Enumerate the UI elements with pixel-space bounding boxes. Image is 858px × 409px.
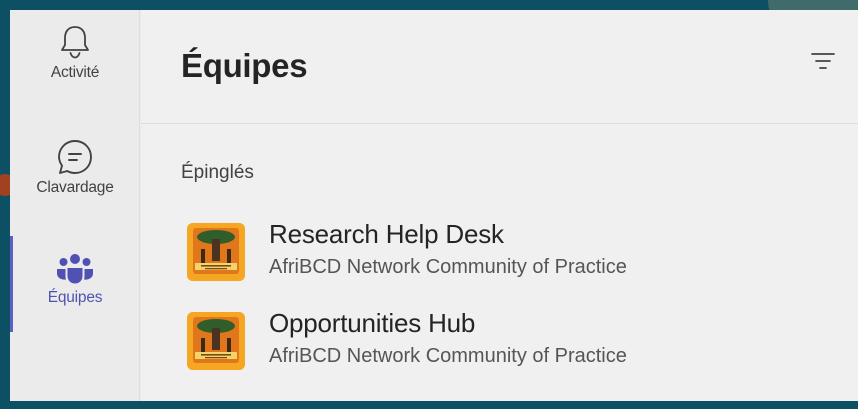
team-logo: [187, 312, 245, 370]
bell-icon: [60, 24, 90, 60]
team-subtitle: AfriBCD Network Community of Practice: [269, 256, 627, 278]
team-subtitle: AfriBCD Network Community of Practice: [269, 345, 627, 367]
section-label-pinned: Épinglés: [181, 162, 254, 183]
rail-label-activity: Activité: [50, 64, 100, 81]
filter-icon: [811, 52, 835, 75]
team-name: Opportunities Hub: [269, 308, 476, 338]
page-title: Équipes: [181, 47, 308, 84]
team-name: Research Help Desk: [269, 219, 504, 249]
team-item[interactable]: Opportunities Hub AfriBCD Network Commun…: [171, 300, 831, 380]
panel-header: Équipes: [141, 10, 858, 124]
team-item[interactable]: Research Help Desk AfriBCD Network Commu…: [171, 211, 831, 291]
rail-item-teams[interactable]: Équipes: [10, 253, 140, 353]
chat-icon: [55, 137, 95, 177]
rail-label-teams: Équipes: [47, 289, 103, 306]
rail-item-activity[interactable]: Activité: [10, 24, 140, 124]
teams-icon: [55, 253, 95, 285]
rail-item-chat[interactable]: Clavardage: [10, 137, 140, 237]
rail-label-chat: Clavardage: [36, 179, 114, 196]
team-logo: [187, 223, 245, 281]
filter-button[interactable]: [806, 48, 840, 78]
teams-window: Activité Clavardage Équipes Équipes Épin…: [10, 10, 858, 401]
app-rail: Activité Clavardage Équipes: [10, 10, 140, 401]
teams-panel: Équipes Épinglés Research Help Desk Afri…: [141, 10, 858, 401]
